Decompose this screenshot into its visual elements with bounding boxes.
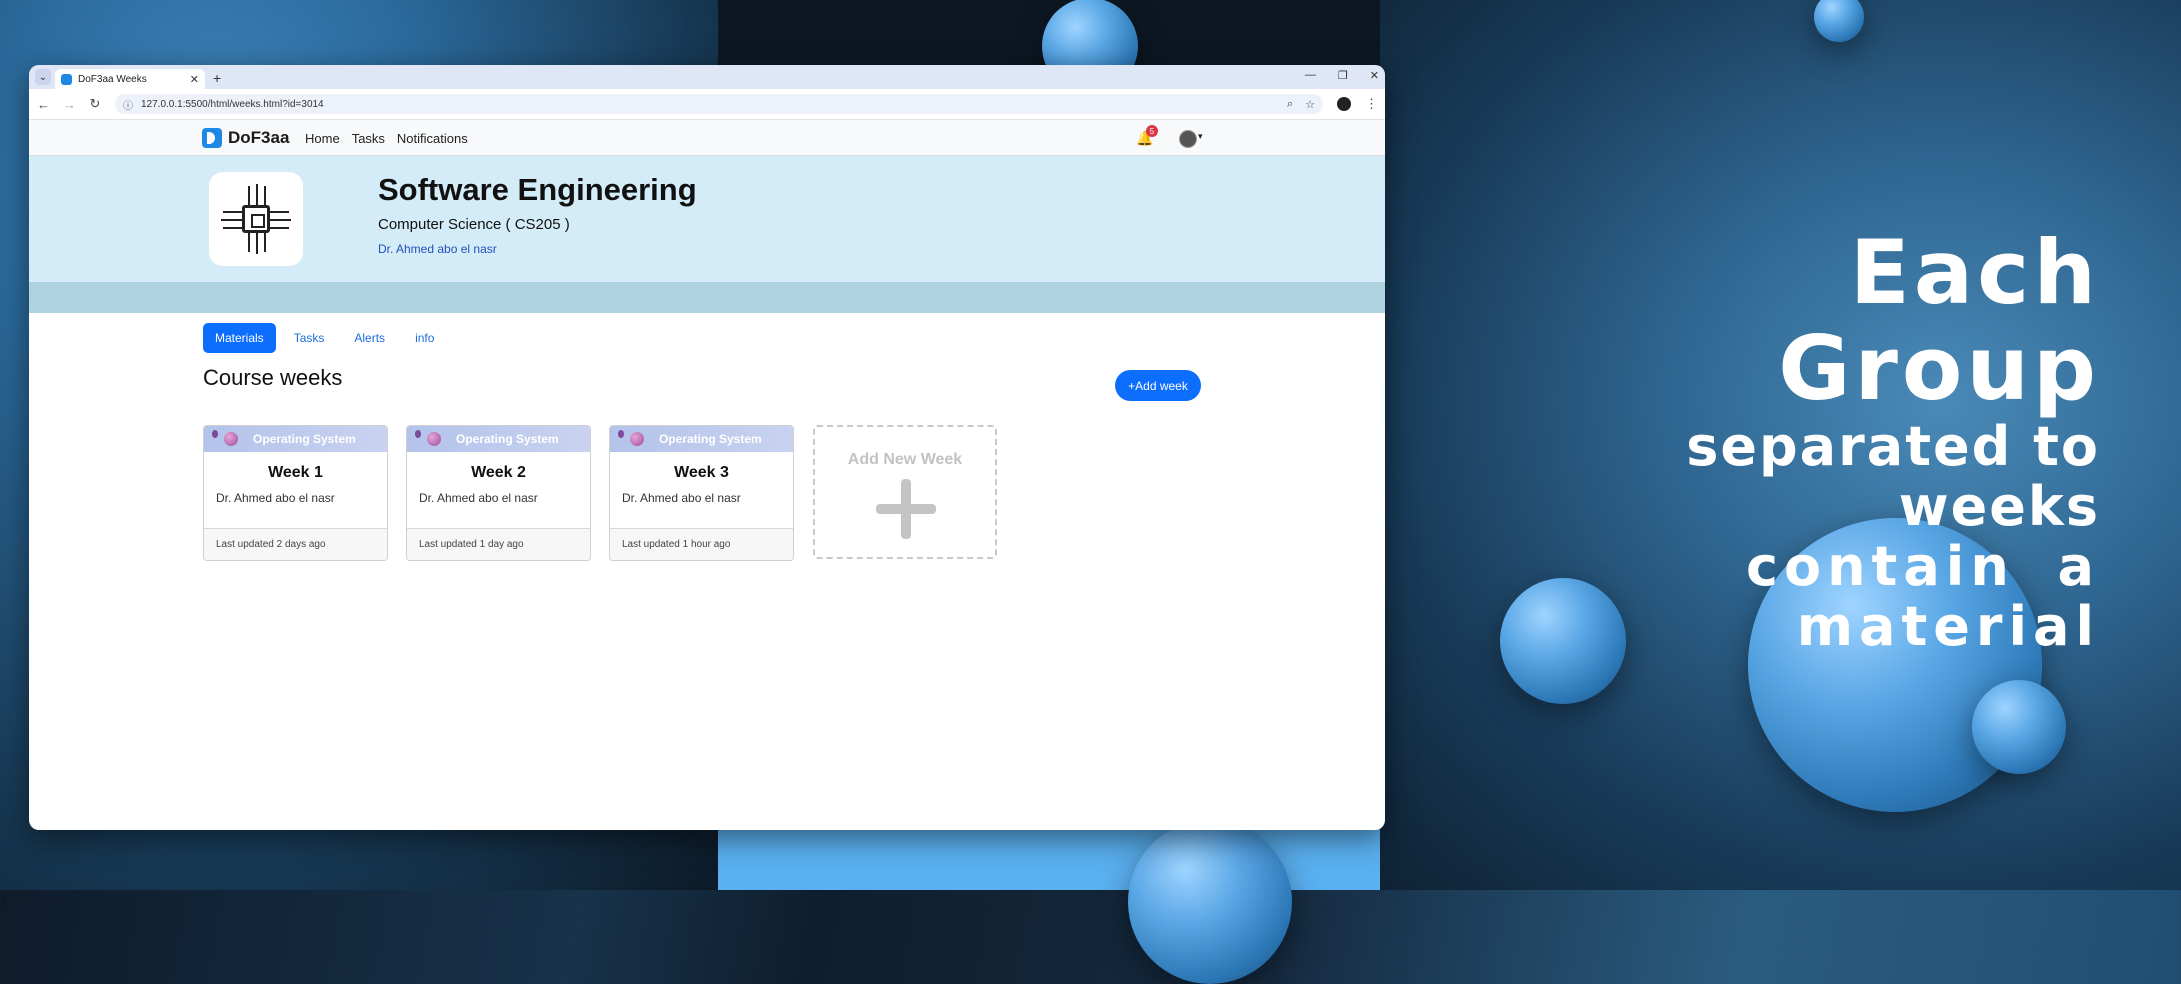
cpu-chip-icon [209,172,303,266]
moon-icon [415,430,421,438]
browser-tab[interactable]: DoF3aa Weeks ✕ [55,69,205,89]
week-instructor: Dr. Ahmed abo el nasr [622,491,741,505]
browser-menu-icon[interactable]: ⋮ [1365,96,1378,112]
moon-icon [212,430,218,438]
week-instructor: Dr. Ahmed abo el nasr [419,491,538,505]
reload-icon[interactable]: ↻ [89,96,101,112]
back-arrow-icon[interactable]: ← [37,97,50,112]
week-updated: Last updated 1 hour ago [610,528,793,560]
browser-tab-strip: ⌄ DoF3aa Weeks ✕ + — ❐ ✕ [29,65,1385,89]
decor-sphere [1972,680,2066,774]
address-toolbar: ← → ↻ ⓘ 127.0.0.1:5500/html/weeks.html?i… [29,89,1385,120]
site-info-icon[interactable]: ⓘ [123,97,133,112]
week-instructor: Dr. Ahmed abo el nasr [216,491,335,505]
course-subtitle: Computer Science ( CS205 ) [378,216,570,233]
planet-icon [224,432,238,446]
close-tab-icon[interactable]: ✕ [190,73,199,86]
nav-link-tasks[interactable]: Tasks [352,131,385,146]
close-window-icon[interactable]: ✕ [1370,69,1379,82]
add-week-button[interactable]: +Add week [1115,370,1201,401]
zoom-icon[interactable]: ⌕ [1287,98,1293,111]
header-band [29,282,1385,313]
user-avatar[interactable] [1179,130,1197,148]
restore-icon[interactable]: ❐ [1338,69,1348,82]
tab-info[interactable]: info [403,323,446,353]
course-logo [209,172,303,266]
course-header: Software Engineering Computer Science ( … [29,156,1385,282]
week-title: Week 1 [268,464,323,481]
card-banner-text: Operating System [659,432,762,446]
card-banner: Operating System [204,426,387,452]
promo-line-3: contain a material [1746,535,2100,658]
promo-headline: Each Group separated to weeks contain a … [1520,225,2100,657]
site-favicon-icon [61,73,72,85]
card-banner: Operating System [407,426,590,452]
browser-window: ⌄ DoF3aa Weeks ✕ + — ❐ ✕ ← → ↻ ⓘ 127.0.0… [29,65,1385,830]
course-title: Software Engineering [378,172,697,207]
week-title: Week 3 [674,464,729,481]
add-new-week-card[interactable]: Add New Week [813,425,997,559]
week-title: Week 2 [471,464,526,481]
section-title: Course weeks [203,365,343,390]
brand-logo-link[interactable]: DoF3aa [202,128,289,148]
chevron-down-icon[interactable]: ▾ [1198,131,1203,142]
new-tab-button[interactable]: + [213,70,221,86]
nav-link-notifications[interactable]: Notifications [397,131,468,146]
course-instructor-link[interactable]: Dr. Ahmed abo el nasr [378,242,497,256]
card-banner-text: Operating System [253,432,356,446]
minimize-icon[interactable]: — [1305,69,1316,82]
browser-tab-title: DoF3aa Weeks [78,73,147,85]
week-updated: Last updated 2 days ago [204,528,387,560]
tab-materials[interactable]: Materials [203,323,276,353]
week-card[interactable]: Operating System Week 3 Dr. Ahmed abo el… [609,425,794,561]
tab-alerts[interactable]: Alerts [342,323,397,353]
card-banner: Operating System [610,426,793,452]
week-card[interactable]: Operating System Week 2 Dr. Ahmed abo el… [406,425,591,561]
decor-sphere [1128,820,1292,984]
moon-icon [618,430,624,438]
promo-line-2: separated to weeks [1686,415,2100,538]
tab-search-dropdown-icon[interactable]: ⌄ [35,69,51,85]
notification-count-badge: 5 [1146,125,1158,137]
brand-logo-icon [202,128,222,148]
bookmark-star-icon[interactable]: ☆ [1305,98,1315,111]
nav-link-home[interactable]: Home [305,131,340,146]
add-new-week-label: Add New Week [847,451,963,468]
window-controls: — ❐ ✕ [1305,69,1379,82]
address-bar[interactable]: ⓘ 127.0.0.1:5500/html/weeks.html?id=3014… [115,94,1323,114]
nav-links: Home Tasks Notifications [305,131,468,146]
tab-tasks[interactable]: Tasks [282,323,337,353]
promo-line-1: Each Group [1778,221,2100,420]
browser-profile-icon[interactable] [1337,97,1351,111]
card-banner-text: Operating System [456,432,559,446]
planet-icon [427,432,441,446]
week-updated: Last updated 1 day ago [407,528,590,560]
brand-name: DoF3aa [228,128,290,147]
site-navbar: DoF3aa Home Tasks Notifications 🔔 5 ▾ [29,120,1385,156]
week-card[interactable]: Operating System Week 1 Dr. Ahmed abo el… [203,425,388,561]
url-text: 127.0.0.1:5500/html/weeks.html?id=3014 [141,98,324,110]
forward-arrow-icon[interactable]: → [63,97,76,112]
planet-icon [630,432,644,446]
course-tabs: Materials Tasks Alerts info [203,323,446,353]
